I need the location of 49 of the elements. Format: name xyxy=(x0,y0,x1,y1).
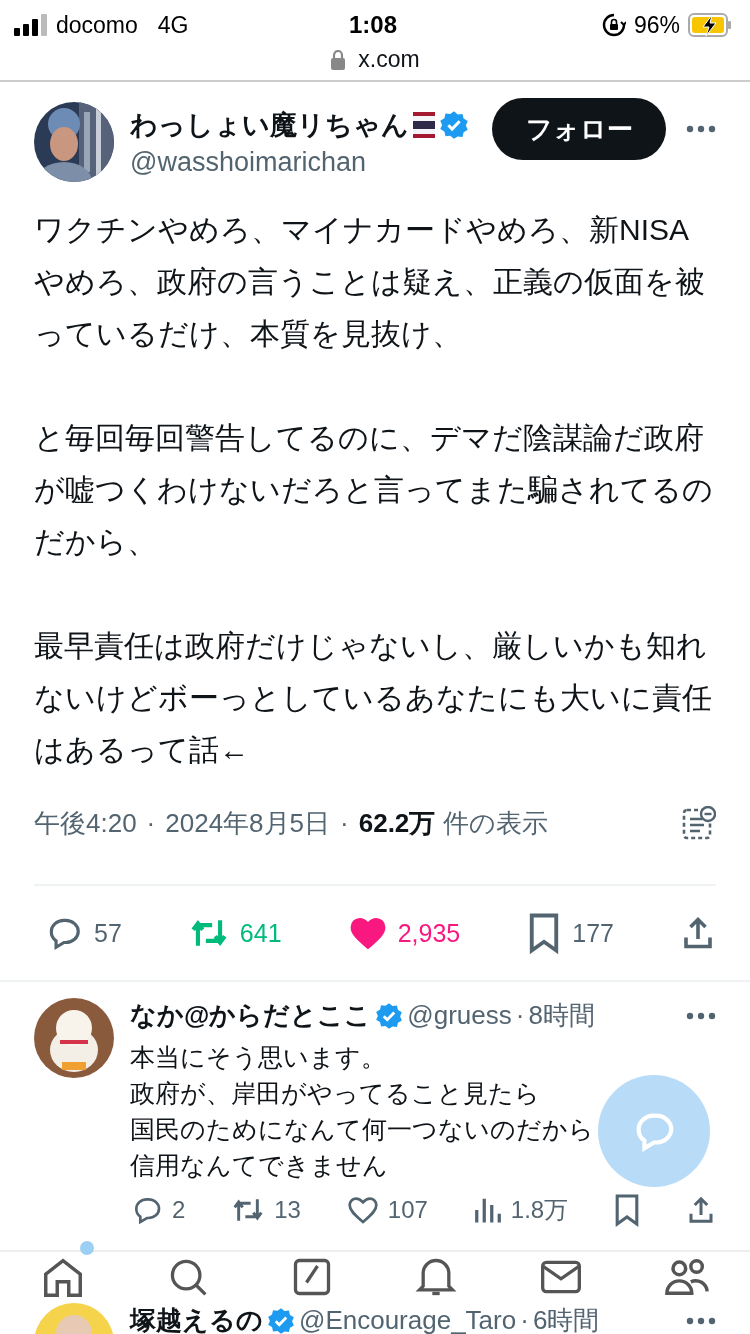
follow-button[interactable]: フォロー xyxy=(492,98,666,160)
tweet-paragraph: と毎回毎回警告してるのに、デマだ陰謀論だ政府が嘘つくわけないだろと言ってまた騙されてるのだから、 xyxy=(34,420,714,560)
user-handle[interactable]: @Encourage_Taro xyxy=(299,1305,517,1334)
more-icon[interactable] xyxy=(686,125,716,133)
post-date[interactable]: 2024年8月5日 xyxy=(165,805,331,841)
battery-charging-icon xyxy=(688,13,732,37)
action-count: 107 xyxy=(387,1196,428,1224)
heart-icon[interactable] xyxy=(345,1194,380,1226)
view-count: 62.2万 xyxy=(358,806,436,840)
flag-icon xyxy=(413,111,435,138)
signal-icon xyxy=(14,14,50,36)
separator-dot: · xyxy=(146,807,156,839)
user-handle[interactable]: @wasshoimarichan xyxy=(130,146,492,178)
action-count: 1.8万 xyxy=(510,1195,569,1225)
clock-time: 1:08 xyxy=(348,11,397,39)
views-label: 件の表示 xyxy=(443,806,549,840)
action-count: 13 xyxy=(274,1196,301,1224)
reply-text-line: 国民のためになんて何一つないのだから xyxy=(130,1114,594,1145)
action-count: 57 xyxy=(94,918,122,948)
action-count: 2,935 xyxy=(397,918,461,948)
url-text[interactable]: x.com xyxy=(358,46,420,73)
post-time[interactable]: 午後4:20 xyxy=(34,805,137,841)
network-type: 4G xyxy=(157,11,189,39)
lock-icon xyxy=(330,49,347,70)
separator-dot: · xyxy=(520,1305,529,1334)
action-count: 641 xyxy=(239,918,282,948)
reply-text-line: 信用なんてできません xyxy=(130,1150,388,1181)
separator-dot: · xyxy=(515,1000,525,1031)
separator-dot: · xyxy=(340,807,349,839)
display-name[interactable]: わっしょい魔リちゃん xyxy=(130,106,409,143)
note-icon[interactable] xyxy=(682,806,716,840)
verified-badge-icon xyxy=(439,109,469,140)
reply-text-line: 政府が、岸田がやってること見たら xyxy=(130,1078,540,1109)
action-count: 177 xyxy=(572,918,614,948)
tweet-paragraph: 最早責任は政府だけじゃないし、厳しいかも知れないけどボーっとしているあなたにも大いに責任はあるって話← xyxy=(34,628,713,768)
more-icon[interactable] xyxy=(686,1011,716,1020)
carrier-name: docomo xyxy=(56,11,138,39)
display-name[interactable]: なか@からだとここ xyxy=(130,998,372,1033)
user-handle[interactable]: @gruess xyxy=(407,1000,512,1031)
action-count: 2 xyxy=(172,1196,186,1224)
post-time[interactable]: 6時間 xyxy=(532,1303,600,1334)
display-name[interactable]: 塚越えるの xyxy=(130,1303,263,1334)
post-time[interactable]: 8時間 xyxy=(528,998,595,1033)
tweet-paragraph: ワクチンやめろ、マイナカードやめろ、新NISAやめろ、政府の言うことは疑え、正義の仮面を被っているだけ、本質を見抜け、 xyxy=(34,212,706,352)
rotation-lock-icon xyxy=(601,13,626,37)
more-icon[interactable] xyxy=(686,1316,716,1325)
reply-text-line: 本当にそう思います。 xyxy=(130,1042,386,1073)
verified-badge-icon xyxy=(375,1001,404,1030)
battery-percent: 96% xyxy=(633,11,680,39)
